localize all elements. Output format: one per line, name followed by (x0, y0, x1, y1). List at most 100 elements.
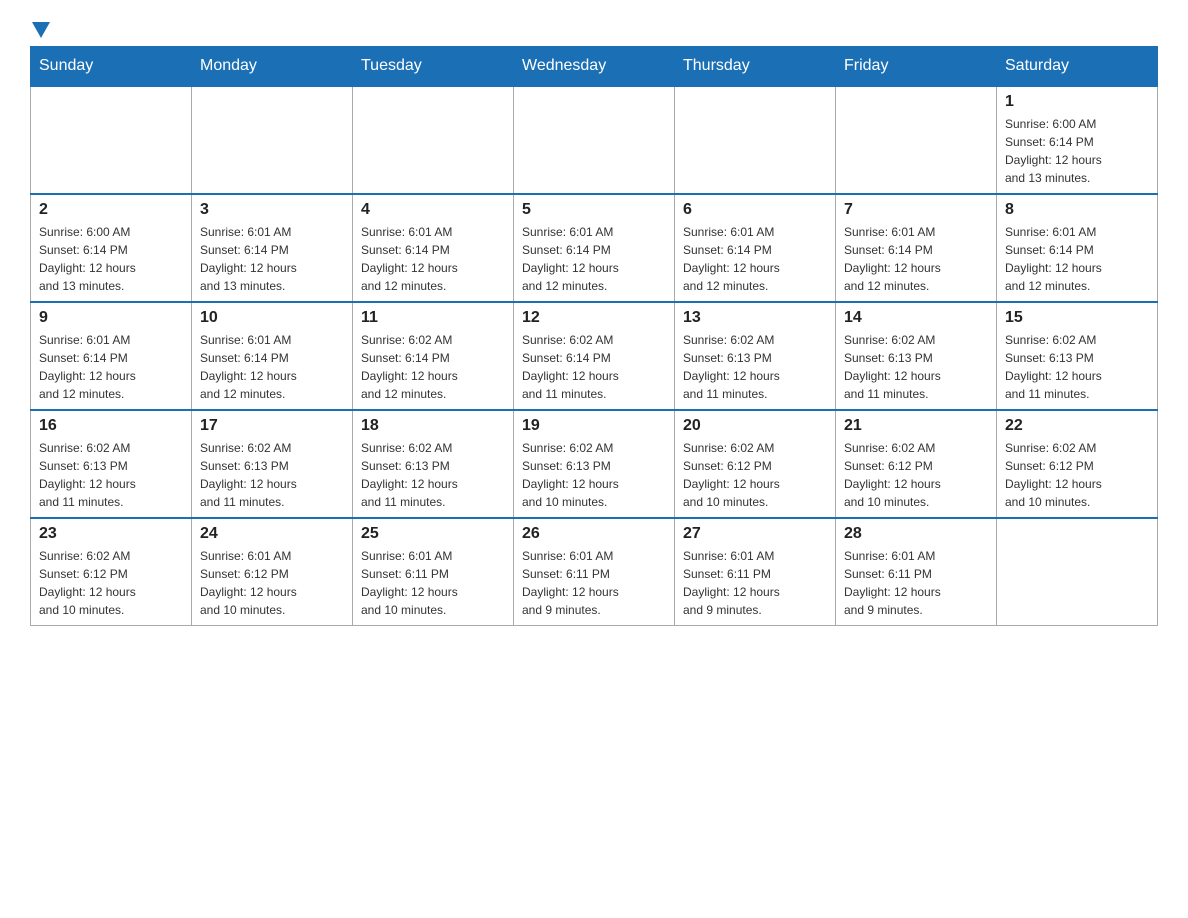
table-row (192, 86, 353, 194)
table-row: 18Sunrise: 6:02 AM Sunset: 6:13 PM Dayli… (353, 410, 514, 518)
day-info: Sunrise: 6:01 AM Sunset: 6:11 PM Dayligh… (522, 547, 666, 619)
day-info: Sunrise: 6:01 AM Sunset: 6:11 PM Dayligh… (683, 547, 827, 619)
logo-triangle-icon (32, 22, 50, 38)
col-header-tuesday: Tuesday (353, 47, 514, 87)
day-info: Sunrise: 6:02 AM Sunset: 6:12 PM Dayligh… (844, 439, 988, 511)
table-row (31, 86, 192, 194)
day-info: Sunrise: 6:02 AM Sunset: 6:13 PM Dayligh… (1005, 331, 1149, 403)
calendar-week-row: 23 Sunrise: 6:02 AM Sunset: 6:12 PM Dayli… (31, 518, 1158, 626)
day-info: Sunrise: 6:01 AM Sunset: 6:14 PM Dayligh… (200, 331, 344, 403)
calendar-week-row: 2 Sunrise: 6:00 AM Sunset: 6:14 PM Daylig… (31, 194, 1158, 302)
table-row: 23 Sunrise: 6:02 AM Sunset: 6:12 PM Dayli… (31, 518, 192, 626)
day-info: Sunrise: 6:01 AM Sunset: 6:14 PM Dayligh… (522, 223, 666, 295)
day-info: Sunrise: 6:02 AM Sunset: 6:13 PM Dayligh… (39, 439, 183, 511)
table-row: 27 Sunrise: 6:01 AM Sunset: 6:11 PM Dayli… (675, 518, 836, 626)
calendar-week-row: 9 Sunrise: 6:01 AM Sunset: 6:14 PM Daylig… (31, 302, 1158, 410)
day-info: Sunrise: 6:02 AM Sunset: 6:13 PM Dayligh… (200, 439, 344, 511)
day-info: Sunrise: 6:01 AM Sunset: 6:14 PM Dayligh… (683, 223, 827, 295)
day-info: Sunrise: 6:01 AM Sunset: 6:14 PM Dayligh… (361, 223, 505, 295)
table-row (514, 86, 675, 194)
day-info: Sunrise: 6:01 AM Sunset: 6:14 PM Dayligh… (1005, 223, 1149, 295)
day-number: 24 (200, 525, 344, 543)
table-row (997, 518, 1158, 626)
day-number: 4 (361, 201, 505, 219)
table-row (353, 86, 514, 194)
table-row: 19 Sunrise: 6:02 AM Sunset: 6:13 PM Dayli… (514, 410, 675, 518)
day-info: Sunrise: 6:02 AM Sunset: 6:13 PM Dayligh… (522, 439, 666, 511)
table-row: 28 Sunrise: 6:01 AM Sunset: 6:11 PM Dayli… (836, 518, 997, 626)
day-number: 13 (683, 309, 827, 327)
table-row: 22 Sunrise: 6:02 AM Sunset: 6:12 PM Dayli… (997, 410, 1158, 518)
col-header-saturday: Saturday (997, 47, 1158, 87)
table-row: 21 Sunrise: 6:02 AM Sunset: 6:12 PM Dayli… (836, 410, 997, 518)
day-info: Sunrise: 6:02 AM Sunset: 6:12 PM Dayligh… (1005, 439, 1149, 511)
day-number: 11 (361, 309, 505, 327)
day-info: Sunrise: 6:01 AM Sunset: 6:14 PM Dayligh… (200, 223, 344, 295)
day-number: 21 (844, 417, 988, 435)
day-number: 28 (844, 525, 988, 543)
day-info: Sunrise: 6:01 AM Sunset: 6:11 PM Dayligh… (361, 547, 505, 619)
calendar-week-row: 16 Sunrise: 6:02 AM Sunset: 6:13 PM Dayli… (31, 410, 1158, 518)
table-row (675, 86, 836, 194)
day-number: 10 (200, 309, 344, 327)
day-info: Sunrise: 6:00 AM Sunset: 6:14 PM Dayligh… (1005, 115, 1149, 187)
table-row (836, 86, 997, 194)
day-number: 27 (683, 525, 827, 543)
day-number: 25 (361, 525, 505, 543)
day-number: 9 (39, 309, 183, 327)
col-header-monday: Monday (192, 47, 353, 87)
day-number: 6 (683, 201, 827, 219)
day-number: 2 (39, 201, 183, 219)
table-row: 7 Sunrise: 6:01 AM Sunset: 6:14 PM Daylig… (836, 194, 997, 302)
table-row: 25 Sunrise: 6:01 AM Sunset: 6:11 PM Dayli… (353, 518, 514, 626)
day-info: Sunrise: 6:02 AM Sunset: 6:13 PM Dayligh… (683, 331, 827, 403)
col-header-wednesday: Wednesday (514, 47, 675, 87)
table-row: 9 Sunrise: 6:01 AM Sunset: 6:14 PM Daylig… (31, 302, 192, 410)
day-number: 19 (522, 417, 666, 435)
day-number: 15 (1005, 309, 1149, 327)
table-row: 13 Sunrise: 6:02 AM Sunset: 6:13 PM Dayli… (675, 302, 836, 410)
day-info: Sunrise: 6:02 AM Sunset: 6:14 PM Dayligh… (522, 331, 666, 403)
table-row: 17 Sunrise: 6:02 AM Sunset: 6:13 PM Dayli… (192, 410, 353, 518)
day-info: Sunrise: 6:00 AM Sunset: 6:14 PM Dayligh… (39, 223, 183, 295)
day-number: 7 (844, 201, 988, 219)
day-info: Sunrise: 6:02 AM Sunset: 6:12 PM Dayligh… (39, 547, 183, 619)
col-header-thursday: Thursday (675, 47, 836, 87)
day-number: 12 (522, 309, 666, 327)
day-number: 1 (1005, 93, 1149, 111)
day-number: 23 (39, 525, 183, 543)
day-number: 17 (200, 417, 344, 435)
table-row: 11 Sunrise: 6:02 AM Sunset: 6:14 PM Dayli… (353, 302, 514, 410)
day-number: 20 (683, 417, 827, 435)
col-header-sunday: Sunday (31, 47, 192, 87)
table-row: 12 Sunrise: 6:02 AM Sunset: 6:14 PM Dayli… (514, 302, 675, 410)
table-row: 14 Sunrise: 6:02 AM Sunset: 6:13 PM Dayli… (836, 302, 997, 410)
day-info: Sunrise: 6:02 AM Sunset: 6:13 PM Dayligh… (844, 331, 988, 403)
calendar-table: Sunday Monday Tuesday Wednesday Thursday… (30, 46, 1158, 626)
day-info: Sunrise: 6:01 AM Sunset: 6:11 PM Dayligh… (844, 547, 988, 619)
calendar-week-row: 1 Sunrise: 6:00 AM Sunset: 6:14 PM Daylig… (31, 86, 1158, 194)
table-row: 5 Sunrise: 6:01 AM Sunset: 6:14 PM Daylig… (514, 194, 675, 302)
table-row: 24 Sunrise: 6:01 AM Sunset: 6:12 PM Dayli… (192, 518, 353, 626)
calendar-header-row: Sunday Monday Tuesday Wednesday Thursday… (31, 47, 1158, 87)
page-header (30, 20, 1158, 38)
table-row: 6 Sunrise: 6:01 AM Sunset: 6:14 PM Daylig… (675, 194, 836, 302)
day-info: Sunrise: 6:02 AM Sunset: 6:12 PM Dayligh… (683, 439, 827, 511)
day-number: 14 (844, 309, 988, 327)
day-number: 18 (361, 417, 505, 435)
table-row: 16 Sunrise: 6:02 AM Sunset: 6:13 PM Dayli… (31, 410, 192, 518)
day-number: 3 (200, 201, 344, 219)
table-row: 10 Sunrise: 6:01 AM Sunset: 6:14 PM Dayli… (192, 302, 353, 410)
day-info: Sunrise: 6:01 AM Sunset: 6:14 PM Dayligh… (844, 223, 988, 295)
table-row: 3 Sunrise: 6:01 AM Sunset: 6:14 PM Daylig… (192, 194, 353, 302)
day-info: Sunrise: 6:02 AM Sunset: 6:14 PM Dayligh… (361, 331, 505, 403)
table-row: 2 Sunrise: 6:00 AM Sunset: 6:14 PM Daylig… (31, 194, 192, 302)
day-number: 22 (1005, 417, 1149, 435)
table-row: 20 Sunrise: 6:02 AM Sunset: 6:12 PM Dayli… (675, 410, 836, 518)
day-number: 16 (39, 417, 183, 435)
day-number: 5 (522, 201, 666, 219)
day-info: Sunrise: 6:01 AM Sunset: 6:14 PM Dayligh… (39, 331, 183, 403)
day-info: Sunrise: 6:01 AM Sunset: 6:12 PM Dayligh… (200, 547, 344, 619)
table-row: 26Sunrise: 6:01 AM Sunset: 6:11 PM Dayli… (514, 518, 675, 626)
logo (30, 20, 50, 38)
